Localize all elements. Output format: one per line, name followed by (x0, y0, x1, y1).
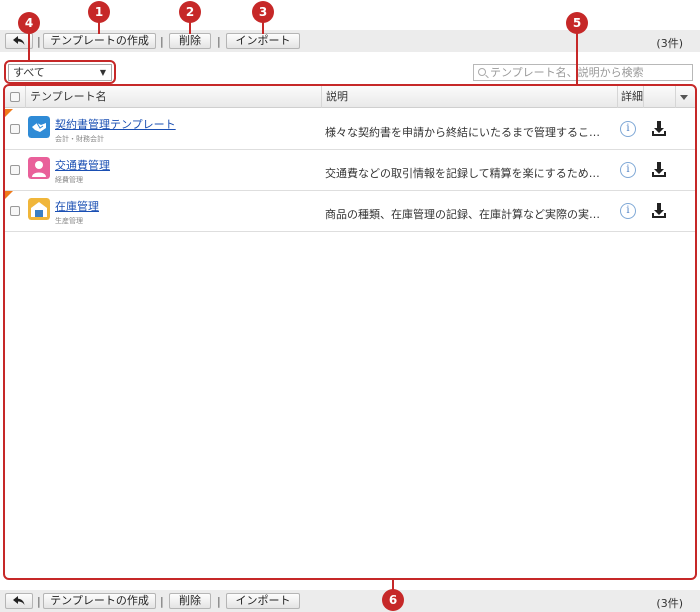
template-category: 経費管理 (55, 176, 83, 184)
toolbar-separator: | (37, 595, 41, 608)
template-description: 商品の種類、在庫管理の記録、在庫計算など実際の実務に合… (325, 208, 610, 221)
person-icon (28, 157, 50, 179)
callout-marker-4: 4 (18, 12, 40, 34)
handshake-icon (28, 116, 50, 138)
template-description: 交通費などの取引情報を記録して精算を楽にするためのアプ… (325, 167, 610, 180)
delete-button[interactable]: 削除 (169, 33, 211, 49)
callout-line (262, 22, 264, 34)
template-name-link[interactable]: 契約書管理テンプレート (55, 116, 176, 132)
callout-marker-5: 5 (566, 12, 588, 34)
template-name-link[interactable]: 在庫管理 (55, 198, 99, 214)
download-icon[interactable] (650, 202, 668, 220)
import-button[interactable]: インポート (226, 33, 300, 49)
toolbar-separator: | (160, 595, 164, 608)
toolbar-separator: | (37, 35, 41, 48)
table-row: 交通費管理 経費管理 交通費などの取引情報を記録して精算を楽にするためのアプ… … (5, 150, 695, 191)
callout-line (28, 32, 30, 62)
toolbar-separator: | (217, 595, 221, 608)
create-template-button[interactable]: テンプレートの作成 (43, 33, 156, 49)
back-arrow-icon (13, 36, 25, 45)
table-header: テンプレート名 説明 詳細 (5, 86, 695, 108)
download-icon[interactable] (650, 161, 668, 179)
row-checkbox[interactable] (10, 206, 20, 216)
column-header-description[interactable]: 説明 (321, 86, 617, 108)
select-all-checkbox[interactable] (10, 92, 20, 102)
import-button[interactable]: インポート (226, 593, 300, 609)
bottom-toolbar: | テンプレートの作成 | 削除 | インポート (3件) (0, 590, 700, 612)
table-row: 在庫管理 生産管理 商品の種類、在庫管理の記録、在庫計算など実際の実務に合… i (5, 191, 695, 232)
column-header-download (643, 86, 675, 108)
info-icon[interactable]: i (620, 162, 636, 178)
callout-line (576, 32, 578, 86)
callout-marker-6: 6 (382, 589, 404, 611)
info-icon[interactable]: i (620, 121, 636, 137)
search-placeholder: テンプレート名、説明から検索 (490, 66, 644, 79)
callout-marker-3: 3 (252, 1, 274, 23)
callout-line (189, 22, 191, 34)
top-toolbar: | テンプレートの作成 | 削除 | インポート (3件) (0, 30, 700, 52)
row-checkbox[interactable] (10, 165, 20, 175)
callout-marker-2: 2 (179, 1, 201, 23)
table-row: 契約書管理テンプレート 会計・財務会計 様々な契約書を申請から終結にいたるまで管… (5, 109, 695, 150)
column-header-name[interactable]: テンプレート名 (25, 86, 321, 108)
back-button[interactable] (5, 593, 33, 609)
toolbar-separator: | (160, 35, 164, 48)
template-category: 会計・財務会計 (55, 135, 104, 143)
template-category: 生産管理 (55, 217, 83, 225)
dropdown-caret-icon: ▼ (99, 68, 106, 77)
toolbar-separator: | (217, 35, 221, 48)
back-arrow-icon (13, 596, 25, 605)
column-header-detail: 詳細 (617, 86, 643, 108)
category-filter-select[interactable]: すべて ▼ (8, 64, 112, 81)
delete-button[interactable]: 削除 (169, 593, 211, 609)
create-template-button[interactable]: テンプレートの作成 (43, 593, 156, 609)
column-menu-caret-icon (680, 95, 688, 100)
callout-marker-1: 1 (88, 1, 110, 23)
download-icon[interactable] (650, 120, 668, 138)
item-count: (3件) (656, 597, 683, 610)
search-icon (478, 68, 486, 76)
warehouse-icon (28, 198, 50, 220)
filter-selected-value: すべて (13, 66, 45, 79)
callout-line (98, 22, 100, 34)
info-icon[interactable]: i (620, 203, 636, 219)
template-search-input[interactable]: テンプレート名、説明から検索 (473, 64, 693, 81)
template-name-link[interactable]: 交通費管理 (55, 157, 110, 173)
template-description: 様々な契約書を申請から終結にいたるまで管理することので… (325, 126, 610, 139)
row-checkbox[interactable] (10, 124, 20, 134)
item-count: (3件) (656, 37, 683, 50)
new-marker-icon (5, 191, 13, 199)
template-table: テンプレート名 説明 詳細 契約書管理テンプレート 会計・財務会計 様々な契約書… (5, 86, 695, 578)
new-marker-icon (5, 109, 13, 117)
